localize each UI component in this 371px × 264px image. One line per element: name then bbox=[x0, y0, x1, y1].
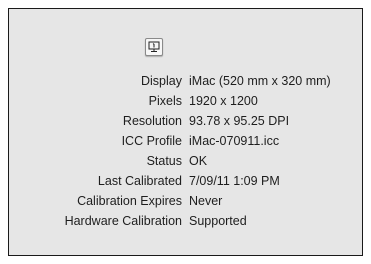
info-row-icc-profile: ICC Profile iMac-070911.icc bbox=[9, 131, 362, 151]
pixels-label: Pixels bbox=[148, 94, 182, 108]
status-label: Status bbox=[146, 154, 182, 168]
info-row-hardware-calibration: Hardware Calibration Supported bbox=[9, 211, 362, 231]
resolution-label: Resolution bbox=[122, 114, 182, 128]
status-value: OK bbox=[189, 154, 208, 168]
display-icon[interactable] bbox=[145, 38, 163, 56]
info-row-status: Status OK bbox=[9, 151, 362, 171]
info-row-calibration-expires: Calibration Expires Never bbox=[9, 191, 362, 211]
info-row-resolution: Resolution 93.78 x 95.25 DPI bbox=[9, 111, 362, 131]
display-label: Display bbox=[141, 74, 182, 88]
info-rows: Display iMac (520 mm x 320 mm) Pixels 19… bbox=[9, 71, 362, 231]
display-value: iMac (520 mm x 320 mm) bbox=[189, 74, 331, 88]
icc-profile-value: iMac-070911.icc bbox=[189, 134, 280, 148]
calibration-expires-label: Calibration Expires bbox=[77, 194, 182, 208]
monitor-glyph bbox=[148, 41, 160, 52]
hardware-calibration-label: Hardware Calibration bbox=[64, 214, 182, 228]
last-calibrated-value: 7/09/11 1:09 PM bbox=[189, 174, 280, 188]
info-row-last-calibrated: Last Calibrated 7/09/11 1:09 PM bbox=[9, 171, 362, 191]
pixels-value: 1920 x 1200 bbox=[189, 94, 258, 108]
hardware-calibration-value: Supported bbox=[189, 214, 247, 228]
calibration-expires-value: Never bbox=[189, 194, 223, 208]
last-calibrated-label: Last Calibrated bbox=[97, 174, 182, 188]
info-row-pixels: Pixels 1920 x 1200 bbox=[9, 91, 362, 111]
resolution-value: 93.78 x 95.25 DPI bbox=[189, 114, 290, 128]
display-info-panel: Display iMac (520 mm x 320 mm) Pixels 19… bbox=[8, 8, 363, 256]
icc-profile-label: ICC Profile bbox=[121, 134, 182, 148]
info-row-display: Display iMac (520 mm x 320 mm) bbox=[9, 71, 362, 91]
